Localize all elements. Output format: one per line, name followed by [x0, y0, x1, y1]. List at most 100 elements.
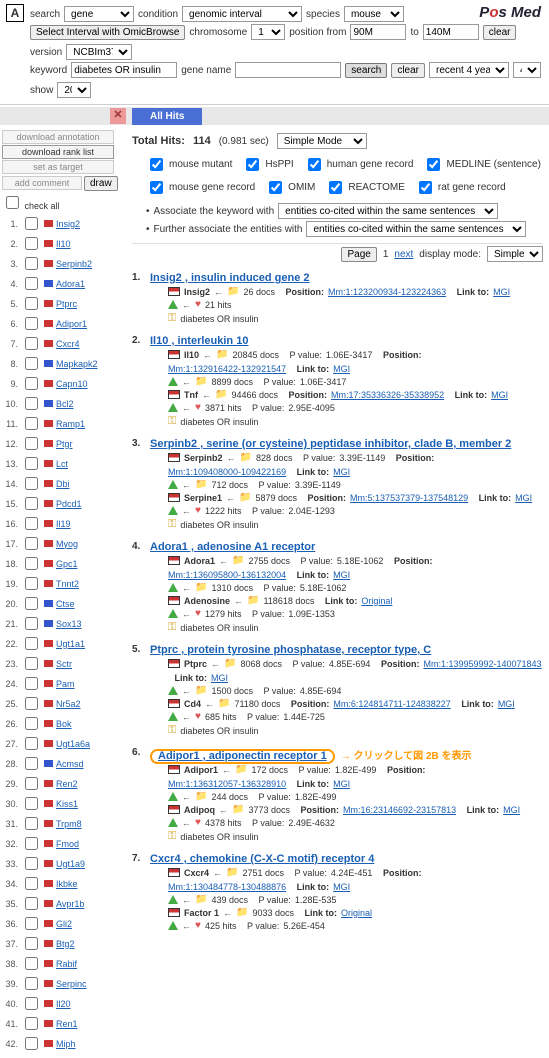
hit-title-link[interactable]: Serpinb2 , serine (or cysteine) peptidas… [150, 438, 511, 450]
page-button[interactable]: Page [341, 247, 376, 262]
position-link[interactable]: Mm:6:124814711-124838227 [333, 699, 450, 709]
rank-link[interactable]: Acmsd [56, 759, 84, 769]
rank-link[interactable]: Ptprc [56, 299, 77, 309]
rank-link[interactable]: Cxcr4 [56, 339, 80, 349]
filter-checkbox[interactable] [150, 158, 163, 171]
rank-link[interactable]: Adora1 [56, 279, 85, 289]
rank-checkbox[interactable] [25, 557, 38, 570]
display-mode-select[interactable]: Simple [487, 246, 543, 262]
check-all-checkbox[interactable] [6, 196, 19, 209]
rank-checkbox[interactable] [25, 457, 38, 470]
rank-checkbox[interactable] [25, 577, 38, 590]
filter-checkbox[interactable] [150, 181, 163, 194]
mode-select[interactable]: Simple Mode [277, 133, 367, 149]
rank-link[interactable]: Trpm8 [56, 819, 82, 829]
position-link[interactable]: Mm:1:139959992-140071843 [423, 659, 541, 669]
rank-checkbox[interactable] [25, 337, 38, 350]
clear-pos-button[interactable]: clear [483, 25, 517, 40]
rank-checkbox[interactable] [25, 997, 38, 1010]
rank-checkbox[interactable] [25, 697, 38, 710]
condition-select[interactable]: genomic interval [182, 6, 302, 22]
mgi-link[interactable]: MGI [333, 467, 350, 477]
rank-checkbox[interactable] [25, 537, 38, 550]
rank-checkbox[interactable] [25, 817, 38, 830]
rank-checkbox[interactable] [25, 917, 38, 930]
filter-checkbox[interactable] [246, 158, 259, 171]
rank-checkbox[interactable] [25, 757, 38, 770]
rank-link[interactable]: Serpinc [56, 979, 87, 989]
rank-checkbox[interactable] [25, 477, 38, 490]
mgi-link[interactable]: MGI [515, 493, 532, 503]
rank-link[interactable]: Ugt1a1 [56, 639, 85, 649]
rank-checkbox[interactable] [25, 217, 38, 230]
hit-title-link[interactable]: Il10 , interleukin 10 [150, 335, 248, 347]
rank-checkbox[interactable] [25, 857, 38, 870]
rank-link[interactable]: Adipor1 [56, 319, 87, 329]
hit-title-link[interactable]: Adora1 , adenosine A1 receptor [150, 541, 315, 553]
draw-button[interactable]: draw [84, 176, 118, 191]
rank-checkbox[interactable] [25, 297, 38, 310]
rank-link[interactable]: Miph [56, 1039, 76, 1049]
hit-title-link[interactable]: Insig2 , insulin induced gene 2 [150, 272, 310, 284]
rank-checkbox[interactable] [25, 377, 38, 390]
filter-checkbox[interactable] [269, 181, 282, 194]
keyword-input[interactable] [71, 62, 177, 78]
rank-link[interactable]: Il20 [56, 999, 71, 1009]
rank-checkbox[interactable] [25, 357, 38, 370]
hit-title-link[interactable]: Cxcr4 , chemokine (C-X-C motif) receptor… [150, 853, 374, 865]
rank-link[interactable]: Ren2 [56, 779, 78, 789]
filter-checkbox[interactable] [427, 158, 440, 171]
rank-link[interactable]: Ugt1a9 [56, 859, 85, 869]
original-link[interactable]: Original [341, 908, 372, 918]
rank-checkbox[interactable] [25, 317, 38, 330]
search-button[interactable]: search [345, 63, 387, 78]
mgi-link[interactable]: MGI [333, 779, 350, 789]
clear-kw-button[interactable]: clear [391, 63, 425, 78]
rank-link[interactable]: Gli2 [56, 919, 72, 929]
show-n-select[interactable]: 20 [57, 82, 91, 98]
rank-checkbox[interactable] [25, 597, 38, 610]
mgi-link[interactable]: MGI [333, 882, 350, 892]
rank-link[interactable]: Nr5a2 [56, 699, 81, 709]
rank-link[interactable]: Mapkapk2 [56, 359, 98, 369]
rank-link[interactable]: Dbi [56, 479, 70, 489]
set-target-button[interactable]: set as target [2, 160, 114, 174]
position-link[interactable]: Mm:16:23146692-23157813 [343, 805, 456, 815]
rank-link[interactable]: Il19 [56, 519, 71, 529]
rank-checkbox[interactable] [25, 777, 38, 790]
rank-checkbox[interactable] [25, 277, 38, 290]
rank-checkbox[interactable] [25, 957, 38, 970]
rank-link[interactable]: Avpr1b [56, 899, 84, 909]
rank-link[interactable]: Myog [56, 539, 78, 549]
rank-checkbox[interactable] [25, 1017, 38, 1030]
rank-link[interactable]: Insig2 [56, 219, 80, 229]
rank-checkbox[interactable] [25, 937, 38, 950]
rank-checkbox[interactable] [25, 717, 38, 730]
rank-link[interactable]: Ikbke [56, 879, 78, 889]
rank-link[interactable]: Gpc1 [56, 559, 78, 569]
rank-link[interactable]: Serpinb2 [56, 259, 92, 269]
mgi-link[interactable]: MGI [333, 570, 350, 580]
next-link[interactable]: next [394, 249, 413, 260]
species-select[interactable]: mouse [344, 6, 404, 22]
position-link[interactable]: Mm:1:109408000-109422169 [168, 467, 286, 477]
rank-link[interactable]: Sox13 [56, 619, 82, 629]
rank-checkbox[interactable] [25, 517, 38, 530]
rank-link[interactable]: Bok [56, 719, 72, 729]
rank-checkbox[interactable] [25, 737, 38, 750]
rank-checkbox[interactable] [25, 437, 38, 450]
rank-link[interactable]: Btg2 [56, 939, 75, 949]
download-annotation-button[interactable]: download annotation [2, 130, 114, 144]
rank-link[interactable]: Sctr [56, 659, 72, 669]
rank-checkbox[interactable] [25, 637, 38, 650]
rank-link[interactable]: Rabif [56, 959, 77, 969]
rank-link[interactable]: Ramp1 [56, 419, 85, 429]
rank-checkbox[interactable] [25, 797, 38, 810]
position-link[interactable]: Mm:1:136095800-136132004 [168, 570, 286, 580]
rank-link[interactable]: Capn10 [56, 379, 88, 389]
genename-input[interactable] [235, 62, 341, 78]
rank-link[interactable]: Lct [56, 459, 68, 469]
original-link[interactable]: Original [361, 596, 392, 606]
rank-link[interactable]: Ptgr [56, 439, 73, 449]
mgi-link[interactable]: MGI [211, 673, 228, 683]
